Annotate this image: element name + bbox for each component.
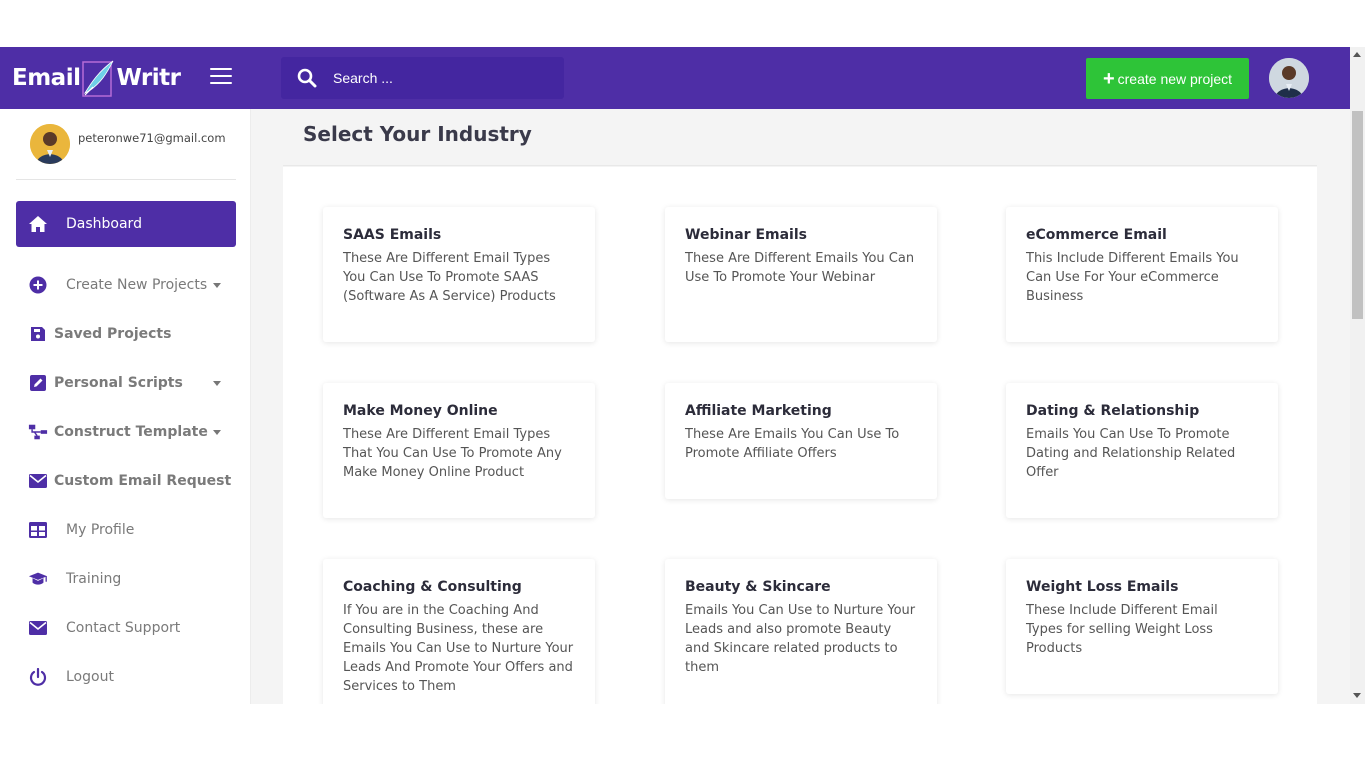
industry-card-ecommerce[interactable]: eCommerce Email This Include Different E… <box>1006 207 1278 342</box>
sidebar-item-label: Custom Email Request <box>54 473 232 489</box>
sidebar-item-custom-email-request[interactable]: Custom Email Request <box>16 458 236 504</box>
plus-circle-icon <box>28 275 48 295</box>
industry-card-dating-relationship[interactable]: Dating & Relationship Emails You Can Use… <box>1006 383 1278 518</box>
top-navbar: Email Writr + cr <box>0 47 1350 109</box>
brand-logo[interactable]: Email Writr <box>12 55 181 101</box>
page-scrollbar[interactable] <box>1350 47 1365 704</box>
page-header: Select Your Industry <box>283 109 1317 166</box>
table-icon <box>28 520 48 540</box>
industry-card-weight-loss[interactable]: Weight Loss Emails These Include Differe… <box>1006 559 1278 694</box>
logo-word-writr: Writr <box>116 65 181 91</box>
card-description: These Are Different Emails You Can Use T… <box>685 251 915 285</box>
header-avatar[interactable] <box>1269 58 1309 98</box>
sidebar-item-label: Logout <box>66 669 114 685</box>
card-title: Beauty & Skincare <box>685 579 831 595</box>
sidebar: peteronwe71@gmail.com Dashboard Create N… <box>0 109 251 704</box>
card-description: This Include Different Emails You Can Us… <box>1026 251 1239 304</box>
card-title: Dating & Relationship <box>1026 403 1200 419</box>
industry-card-saas[interactable]: SAAS Emails These Are Different Email Ty… <box>323 207 595 342</box>
envelope-icon <box>28 618 48 638</box>
industry-grid: SAAS Emails These Are Different Email Ty… <box>283 167 1317 704</box>
edit-icon <box>28 373 48 393</box>
card-title: SAAS Emails <box>343 227 442 243</box>
page-title: Select Your Industry <box>303 122 532 146</box>
sidebar-item-label: Saved Projects <box>54 326 172 342</box>
sidebar-item-dashboard[interactable]: Dashboard <box>16 201 236 247</box>
card-title: eCommerce Email <box>1026 227 1167 243</box>
sidebar-item-contact-support[interactable]: Contact Support <box>16 605 236 651</box>
card-description: These Are Different Email Types That You… <box>343 427 562 480</box>
card-title: Affiliate Marketing <box>685 403 832 419</box>
industry-card-coaching-consulting[interactable]: Coaching & Consulting If You are in the … <box>323 559 595 704</box>
scrollbar-thumb[interactable] <box>1352 111 1363 319</box>
sidebar-item-create-new-projects[interactable]: Create New Projects <box>16 262 236 308</box>
industry-card-webinar[interactable]: Webinar Emails These Are Different Email… <box>665 207 937 342</box>
sidebar-item-label: Construct Template <box>54 424 208 440</box>
home-icon <box>28 214 48 234</box>
save-icon <box>28 324 48 344</box>
card-description: Emails You Can Use to Nurture Your Leads… <box>685 603 916 675</box>
card-description: These Are Emails You Can Use To Promote … <box>685 427 900 461</box>
chevron-down-icon <box>213 380 221 386</box>
logo-word-email: Email <box>12 65 81 91</box>
graduation-cap-icon <box>28 569 48 589</box>
search-bar <box>281 57 564 99</box>
menu-toggle-icon[interactable] <box>210 68 232 86</box>
industry-card-beauty-skincare[interactable]: Beauty & Skincare Emails You Can Use to … <box>665 559 937 704</box>
scroll-up-icon[interactable] <box>1353 52 1361 57</box>
scroll-down-icon[interactable] <box>1353 693 1361 698</box>
create-new-project-label: create new project <box>1117 70 1233 87</box>
feather-pen-icon <box>81 57 115 99</box>
sidebar-item-my-profile[interactable]: My Profile <box>16 507 236 553</box>
divider <box>16 179 236 180</box>
power-icon <box>28 667 48 687</box>
chevron-down-icon <box>213 429 221 435</box>
search-input[interactable] <box>333 70 533 86</box>
sidebar-item-label: My Profile <box>66 522 135 538</box>
card-title: Weight Loss Emails <box>1026 579 1179 595</box>
chevron-down-icon <box>213 282 222 288</box>
app-viewport: Email Writr + cr <box>0 47 1365 704</box>
card-title: Make Money Online <box>343 403 498 419</box>
sidebar-item-label: Create New Projects <box>66 277 208 293</box>
industry-card-affiliate-marketing[interactable]: Affiliate Marketing These Are Emails You… <box>665 383 937 499</box>
card-description: These Include Different Email Types for … <box>1026 603 1218 656</box>
card-title: Webinar Emails <box>685 227 807 243</box>
card-description: These Are Different Email Types You Can … <box>343 251 556 304</box>
sidebar-item-construct-template[interactable]: Construct Template <box>16 409 236 455</box>
card-description: If You are in the Coaching And Consultin… <box>343 603 574 694</box>
sidebar-item-training[interactable]: Training <box>16 556 236 602</box>
sidebar-item-logout[interactable]: Logout <box>16 654 236 700</box>
user-profile-summary[interactable]: peteronwe71@gmail.com <box>30 124 226 164</box>
sidebar-item-label: Training <box>66 571 122 587</box>
plus-icon: + <box>1102 67 1115 90</box>
user-avatar <box>30 124 70 164</box>
sidebar-item-personal-scripts[interactable]: Personal Scripts <box>16 360 236 406</box>
sidebar-item-label: Dashboard <box>66 216 142 232</box>
sidebar-item-label: Personal Scripts <box>54 375 183 391</box>
envelope-icon <box>28 471 48 491</box>
sidebar-item-label: Contact Support <box>66 620 181 636</box>
card-description: Emails You Can Use To Promote Dating and… <box>1026 427 1236 480</box>
user-email: peteronwe71@gmail.com <box>78 131 226 145</box>
sitemap-icon <box>28 422 48 442</box>
industry-card-make-money-online[interactable]: Make Money Online These Are Different Em… <box>323 383 595 518</box>
search-icon[interactable] <box>297 68 317 88</box>
create-new-project-button[interactable]: + create new project <box>1086 58 1249 99</box>
sidebar-item-saved-projects[interactable]: Saved Projects <box>16 311 236 357</box>
card-title: Coaching & Consulting <box>343 579 522 595</box>
